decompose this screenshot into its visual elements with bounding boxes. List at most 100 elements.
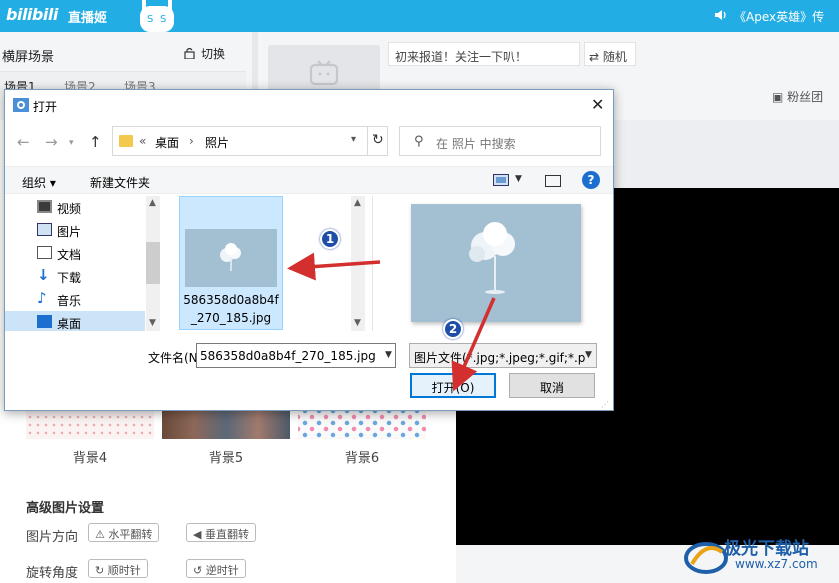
step-2-badge: 2 bbox=[443, 319, 463, 339]
preview-pane-icon[interactable] bbox=[545, 175, 561, 187]
organize-menu[interactable]: 组织 ▾ bbox=[22, 174, 56, 191]
view-dropdown-icon[interactable]: ▼ bbox=[515, 174, 522, 184]
rotate-ccw-button[interactable]: ↺ 逆时针 bbox=[186, 559, 246, 578]
rotate-cw-label: 顺时针 bbox=[107, 564, 141, 577]
switch-button[interactable]: 切换 bbox=[184, 45, 225, 62]
preview-image bbox=[411, 204, 581, 322]
advanced-settings-title: 高级图片设置 bbox=[26, 501, 105, 516]
rotate-label: 旋转角度 bbox=[26, 566, 79, 581]
scroll-up-icon[interactable]: ▲ bbox=[149, 198, 156, 208]
up-arrow-icon[interactable]: ↑ bbox=[89, 133, 102, 151]
refresh-icon[interactable]: ↻ bbox=[367, 127, 389, 155]
tv-icon bbox=[309, 60, 339, 86]
nav-scrollbar-thumb[interactable] bbox=[146, 242, 160, 284]
nav-item-pictures[interactable]: 图片 bbox=[35, 219, 143, 241]
close-icon[interactable]: ✕ bbox=[591, 95, 604, 114]
filetype-dropdown-icon[interactable]: ▼ bbox=[585, 350, 592, 360]
scene-header: 横屏场景 切换 bbox=[0, 32, 246, 72]
random-label: 随机 bbox=[602, 50, 627, 64]
search-box[interactable]: ⚲ 在 照片 中搜索 bbox=[399, 126, 601, 156]
file-scrollbar[interactable]: ▲ ▼ bbox=[351, 196, 365, 331]
nav-scrollbar[interactable]: ▲ ▼ bbox=[146, 196, 160, 331]
nav-item-desktop[interactable]: 桌面 bbox=[5, 311, 145, 331]
search-placeholder: 在 照片 中搜索 bbox=[436, 137, 516, 151]
scroll-down-icon[interactable]: ▼ bbox=[149, 318, 156, 328]
fan-group-label: 粉丝团 bbox=[787, 90, 824, 104]
svg-text:S: S bbox=[160, 14, 166, 25]
shuffle-icon: ⇄ bbox=[589, 50, 600, 64]
breadcrumb-desktop[interactable]: 桌面 bbox=[155, 134, 179, 151]
fan-group-button[interactable]: ▣ 粉丝团 bbox=[772, 88, 823, 105]
address-overflow[interactable]: « bbox=[139, 134, 146, 148]
speaker-icon bbox=[715, 10, 726, 20]
address-dropdown-icon[interactable]: ▾ bbox=[351, 134, 356, 145]
file-name-line-1: 586358d0a8b4f bbox=[183, 293, 279, 307]
direction-label: 图片方向 bbox=[26, 530, 79, 545]
info-strip bbox=[600, 120, 839, 188]
nav-item-music-label: 音乐 bbox=[57, 294, 82, 308]
fan-badge-icon: ▣ bbox=[772, 90, 784, 104]
filetype-select[interactable]: 图片文件(*.jpg;*.jpeg;*.gif;*.p bbox=[409, 343, 597, 368]
background-label-4: 背景4 bbox=[72, 451, 108, 466]
file-scroll-up-icon[interactable]: ▲ bbox=[354, 198, 361, 208]
file-name: 586358d0a8b4f _270_185.jpg bbox=[180, 291, 282, 327]
nav-item-documents-label: 文档 bbox=[57, 248, 82, 262]
open-button[interactable]: 打开(O) bbox=[410, 373, 496, 398]
nav-item-music[interactable]: ♪ 音乐 bbox=[35, 288, 143, 310]
watermark-url: www.xz7.com bbox=[735, 557, 818, 571]
preview-pane bbox=[372, 196, 610, 331]
recent-dropdown-icon[interactable]: ▾ bbox=[69, 138, 74, 148]
mascot-icon: S S bbox=[140, 0, 174, 32]
dialog-titlebar: 打开 ✕ bbox=[5, 90, 613, 120]
nav-item-documents[interactable]: 文档 bbox=[35, 242, 143, 264]
desktop-icon bbox=[37, 315, 52, 328]
new-folder-button[interactable]: 新建文件夹 bbox=[90, 174, 150, 191]
dialog-app-icon bbox=[13, 98, 29, 112]
documents-icon bbox=[37, 246, 52, 259]
view-options-icon[interactable] bbox=[493, 174, 509, 186]
step-1-badge: 1 bbox=[320, 229, 340, 249]
flip-icon: ◀ bbox=[193, 528, 202, 541]
background-label-5: 背景5 bbox=[208, 451, 244, 466]
filename-input[interactable]: 586358d0a8b4f_270_185.jpg bbox=[196, 343, 396, 368]
rotate-ccw-icon: ↺ bbox=[193, 564, 203, 577]
flip-horizontal-button[interactable]: ⚠ 水平翻转 bbox=[88, 523, 160, 542]
lock-icon bbox=[184, 47, 195, 60]
music-icon: ♪ bbox=[37, 289, 47, 307]
nav-item-downloads[interactable]: ↓ 下载 bbox=[35, 265, 143, 287]
svg-text:S: S bbox=[147, 14, 153, 25]
file-thumbnail bbox=[185, 229, 277, 287]
notice-input[interactable]: 初来报道！关注一下叭！ bbox=[388, 42, 580, 66]
switch-label: 切换 bbox=[201, 47, 226, 61]
filename-dropdown-icon[interactable]: ▼ bbox=[385, 350, 392, 360]
nav-item-videos[interactable]: 视频 bbox=[35, 196, 143, 218]
address-bar[interactable]: « 桌面 › 照片 ▾ ↻ bbox=[112, 126, 388, 156]
cancel-button[interactable]: 取消 bbox=[509, 373, 595, 398]
downloads-icon: ↓ bbox=[37, 266, 50, 284]
rotate-cw-icon: ↻ bbox=[95, 564, 105, 577]
file-item-selected[interactable]: 586358d0a8b4f _270_185.jpg bbox=[179, 196, 283, 330]
marquee-text: 《Apex英雄》传 bbox=[734, 10, 825, 24]
nav-item-pictures-label: 图片 bbox=[57, 225, 82, 239]
help-icon[interactable]: ? bbox=[582, 171, 600, 189]
pictures-icon bbox=[37, 223, 52, 236]
folder-icon bbox=[119, 135, 133, 147]
rotate-cw-button[interactable]: ↻ 顺时针 bbox=[88, 559, 148, 578]
nav-item-desktop-label: 桌面 bbox=[57, 317, 82, 331]
top-bar: bilibili 直播姬 S S 《Apex英雄》传 bbox=[0, 0, 839, 32]
dialog-title: 打开 bbox=[33, 100, 58, 114]
warning-icon: ⚠ bbox=[95, 528, 105, 541]
file-scroll-down-icon[interactable]: ▼ bbox=[354, 318, 361, 328]
flip-vertical-button[interactable]: ◀ 垂直翻转 bbox=[186, 523, 256, 542]
resize-grip-icon[interactable]: ⋰ bbox=[601, 400, 609, 409]
back-arrow-icon[interactable]: ← bbox=[17, 133, 30, 151]
search-icon: ⚲ bbox=[414, 134, 424, 149]
background-label-6: 背景6 bbox=[344, 451, 380, 466]
navigation-pane: 视频 图片 文档 ↓ 下载 ♪ 音乐 桌面 ▲ ▼ bbox=[5, 196, 161, 331]
forward-arrow-icon[interactable]: → bbox=[45, 133, 58, 151]
breadcrumb-photos[interactable]: 照片 bbox=[205, 134, 229, 151]
random-button[interactable]: ⇄ 随机 bbox=[584, 42, 636, 66]
nav-item-videos-label: 视频 bbox=[57, 202, 82, 216]
file-name-line-2: _270_185.jpg bbox=[190, 311, 272, 325]
watermark-text: 极光下载站 bbox=[724, 539, 809, 559]
